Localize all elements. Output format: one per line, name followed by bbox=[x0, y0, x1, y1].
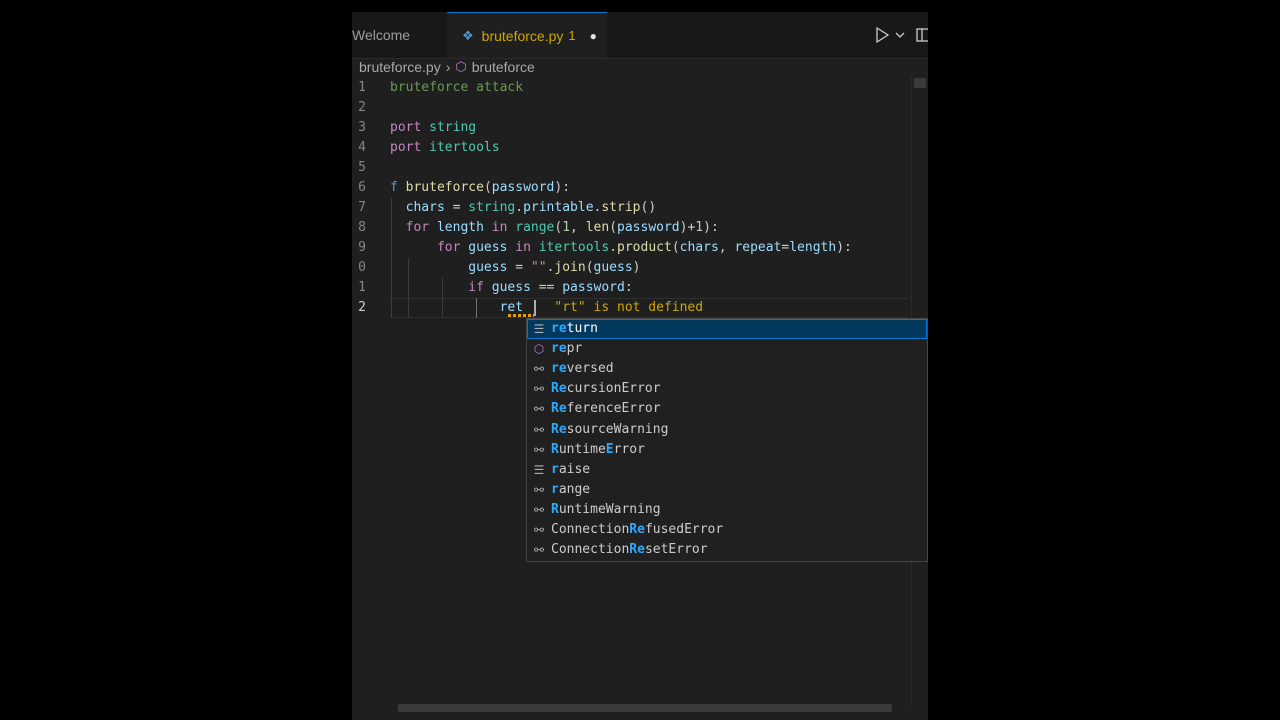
suggestion-item[interactable]: ⚯ RecursionError bbox=[527, 379, 927, 399]
code-line: guess = "".join(guess) bbox=[468, 260, 641, 275]
suggestion-label: range bbox=[551, 481, 591, 497]
suggestion-item[interactable]: ⚯ RuntimeError bbox=[527, 440, 927, 460]
chevron-down-icon[interactable] bbox=[894, 26, 906, 44]
run-icon[interactable] bbox=[874, 26, 890, 44]
tab-bruteforce-label: bruteforce.py bbox=[481, 27, 564, 44]
variable-icon: ⚯ bbox=[533, 482, 545, 497]
suggestion-item[interactable]: ⚯ RuntimeWarning bbox=[527, 500, 927, 520]
suggestion-item[interactable]: ⚯ ResourceWarning bbox=[527, 420, 927, 440]
line-number: 7 bbox=[358, 200, 366, 215]
method-icon: ⬡ bbox=[533, 342, 545, 357]
tab-bruteforce-py[interactable]: ❖ bruteforce.py 1 ● bbox=[447, 12, 607, 58]
code-line: for guess in itertools.product(chars, re… bbox=[436, 240, 852, 255]
tab-welcome-label: Welcome bbox=[352, 27, 411, 43]
suggestion-label: raise bbox=[551, 461, 591, 477]
suggestion-label: RecursionError bbox=[551, 381, 661, 397]
line-number: 9 bbox=[358, 240, 366, 255]
line-number: 5 bbox=[358, 160, 366, 175]
horizontal-scrollbar[interactable] bbox=[398, 704, 892, 712]
code-line: f bruteforce(password): bbox=[390, 180, 571, 195]
suggestion-label: reversed bbox=[551, 361, 614, 377]
function-symbol-icon: ⬡ bbox=[455, 59, 467, 74]
variable-icon: ⚯ bbox=[533, 422, 545, 437]
suggestion-item[interactable]: ⚯ reversed bbox=[527, 359, 927, 379]
suggestion-item[interactable]: ⚯ ConnectionResetError bbox=[527, 540, 927, 560]
code-line: chars = string.printable.strip() bbox=[405, 200, 657, 215]
suggestion-label: return bbox=[551, 321, 598, 336]
line-number: 0 bbox=[358, 260, 366, 275]
keyword-icon: ☰ bbox=[533, 322, 545, 336]
line-number: 4 bbox=[358, 140, 366, 155]
suggestion-item[interactable]: ☰ raise bbox=[527, 460, 927, 480]
unsaved-dot-icon[interactable]: ● bbox=[590, 29, 597, 43]
inline-error-message: "rt" is not defined bbox=[554, 300, 704, 315]
code-line: if guess == password: bbox=[468, 280, 633, 295]
suggestion-item[interactable]: ⬡ repr bbox=[527, 339, 927, 359]
line-number: 1 bbox=[358, 80, 366, 95]
code-line: bruteforce attack bbox=[390, 80, 524, 95]
suggestion-item[interactable]: ⚯ ReferenceError bbox=[527, 399, 927, 419]
breadcrumb: bruteforce.py › ⬡ bruteforce bbox=[359, 56, 535, 78]
vscode-window: Welcome ❖ bruteforce.py 1 ● bruteforce.p… bbox=[352, 12, 928, 720]
code-line-current: ret "rt" is not defined bbox=[499, 300, 704, 315]
code-line: port itertools bbox=[390, 140, 500, 155]
variable-icon: ⚯ bbox=[533, 543, 545, 558]
variable-icon: ⚯ bbox=[533, 402, 545, 417]
line-number: 1 bbox=[358, 280, 366, 295]
code-line: for length in range(1, len(password)+1): bbox=[405, 220, 719, 235]
line-number: 3 bbox=[358, 120, 366, 135]
variable-icon: ⚯ bbox=[533, 362, 545, 377]
line-number: 2 bbox=[358, 100, 366, 115]
variable-icon: ⚯ bbox=[533, 382, 545, 397]
code-line: port string bbox=[390, 120, 477, 135]
suggestion-label: ReferenceError bbox=[551, 401, 661, 417]
suggestion-label: RuntimeWarning bbox=[551, 501, 661, 517]
line-number-current: 2 bbox=[358, 300, 366, 315]
warning-squiggle bbox=[508, 314, 534, 317]
suggestion-label: RuntimeError bbox=[551, 441, 645, 457]
text-cursor bbox=[534, 300, 536, 316]
suggestion-item[interactable]: ☰ return bbox=[527, 319, 927, 339]
variable-icon: ⚯ bbox=[533, 523, 545, 537]
line-number: 8 bbox=[358, 220, 366, 235]
suggestion-item[interactable]: ⚯ ConnectionRefusedError bbox=[527, 520, 927, 540]
suggestion-label: ConnectionResetError bbox=[551, 542, 708, 558]
tab-bar: Welcome ❖ bruteforce.py 1 ● bbox=[352, 12, 928, 59]
breadcrumb-symbol[interactable]: bruteforce bbox=[472, 59, 535, 75]
line-number: 6 bbox=[358, 180, 366, 195]
breadcrumb-file[interactable]: bruteforce.py bbox=[359, 59, 441, 75]
keyword-icon: ☰ bbox=[533, 462, 545, 477]
variable-icon: ⚯ bbox=[533, 502, 545, 517]
python-file-icon: ❖ bbox=[462, 27, 474, 43]
chevron-right-icon: › bbox=[445, 59, 451, 75]
tab-welcome[interactable]: Welcome bbox=[352, 12, 446, 58]
variable-icon: ⚯ bbox=[533, 442, 545, 457]
suggestion-item[interactable]: ⚯ range bbox=[527, 480, 927, 500]
suggestion-label: ResourceWarning bbox=[551, 421, 669, 437]
minimap-slider[interactable] bbox=[914, 78, 926, 88]
suggest-widget: ☰ return ⬡ repr ⚯ reversed ⚯ RecursionError ⚯ Ref… bbox=[526, 318, 928, 562]
suggestion-label: ConnectionRefusedError bbox=[551, 522, 724, 537]
split-editor-icon[interactable] bbox=[916, 26, 928, 44]
problem-count-badge: 1 bbox=[568, 28, 576, 43]
suggestion-label: repr bbox=[551, 341, 583, 357]
